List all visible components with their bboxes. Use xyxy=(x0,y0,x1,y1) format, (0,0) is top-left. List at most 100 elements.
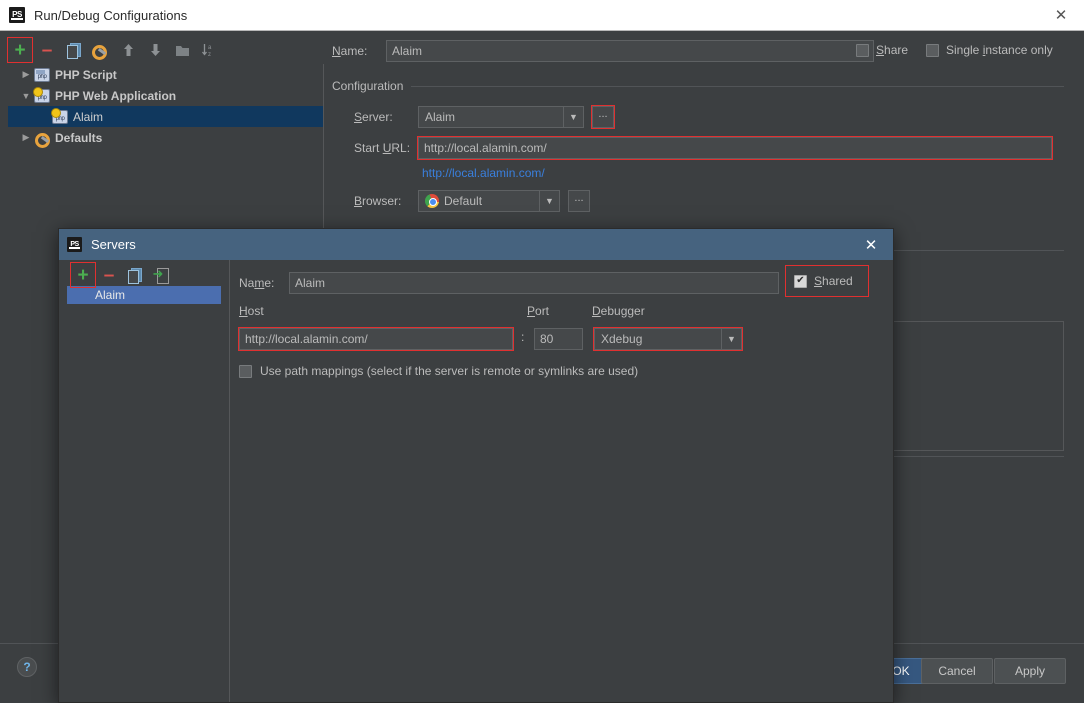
chevron-down-icon[interactable]: ▼ xyxy=(563,107,583,127)
wrench-icon xyxy=(34,131,50,148)
help-button[interactable]: ? xyxy=(17,657,37,677)
name-label: Name: xyxy=(332,44,368,58)
svg-text:a: a xyxy=(208,45,212,51)
share-checkbox[interactable] xyxy=(856,43,869,57)
tree-node-label: Defaults xyxy=(55,130,103,145)
remove-configuration-button[interactable]: – xyxy=(35,38,59,62)
tree-node-alaim[interactable]: Alaim xyxy=(8,106,323,127)
window-title: Run/Debug Configurations xyxy=(34,7,188,23)
remove-server-button[interactable]: – xyxy=(97,263,121,287)
cancel-button[interactable]: Cancel xyxy=(921,658,993,684)
shared-checkbox[interactable] xyxy=(794,274,807,288)
browser-row: Browser: Default ▼ ... xyxy=(354,190,590,212)
import-icon xyxy=(153,266,169,284)
minus-icon: – xyxy=(103,264,115,286)
host-input[interactable]: http://local.alamin.com/ xyxy=(238,327,514,351)
server-name-row: Name: Alaim xyxy=(239,272,779,294)
start-url-label: Start URL: xyxy=(354,141,411,155)
port-input[interactable]: 80 xyxy=(534,328,583,350)
servers-list-pane: + – Alaim xyxy=(59,260,230,702)
port-value: 80 xyxy=(540,332,554,346)
php-web-icon xyxy=(33,86,50,103)
servers-toolbar: + – xyxy=(59,260,229,288)
start-url-input[interactable]: http://local.alamin.com/ xyxy=(417,136,1053,160)
configuration-name-input[interactable]: Alaim xyxy=(386,40,874,62)
browser-combobox[interactable]: Default ▼ xyxy=(418,190,560,212)
edit-templates-button[interactable] xyxy=(89,38,113,62)
servers-dialog-body: + – Alaim xyxy=(59,260,893,702)
copy-configuration-button[interactable] xyxy=(62,38,86,62)
apply-button[interactable]: Apply xyxy=(994,658,1066,684)
servers-dialog-close-icon[interactable]: ✕ xyxy=(849,229,893,260)
add-configuration-button[interactable]: + xyxy=(7,37,33,63)
chevron-down-icon[interactable]: ▼ xyxy=(539,191,559,211)
server-browse-wrapper: ... xyxy=(591,105,615,129)
move-up-button[interactable] xyxy=(116,38,140,62)
server-list-item-alaim[interactable]: Alaim xyxy=(67,286,221,304)
browser-label: Browser: xyxy=(354,194,402,208)
browser-value: Default xyxy=(444,194,483,208)
path-mappings-row[interactable]: Use path mappings (select if the server … xyxy=(239,364,638,378)
pane-divider-bottom xyxy=(892,456,1064,457)
shared-label: Shared xyxy=(814,274,853,288)
port-label: Port xyxy=(527,304,550,318)
path-mappings-checkbox[interactable] xyxy=(239,364,252,378)
import-server-button[interactable] xyxy=(149,263,173,287)
single-instance-label: Single instance only xyxy=(946,43,1053,57)
svg-text:z: z xyxy=(208,52,211,57)
copy-icon xyxy=(67,42,81,59)
server-details-pane: Name: Alaim Shared Host Port Debugger ht… xyxy=(231,260,893,702)
server-name-input[interactable]: Alaim xyxy=(289,272,779,294)
window-close-icon[interactable]: ✕ xyxy=(1038,0,1084,30)
server-combobox[interactable]: Alaim ▼ xyxy=(418,106,584,128)
host-value: http://local.alamin.com/ xyxy=(245,332,368,346)
copy-server-button[interactable] xyxy=(123,263,147,287)
plus-icon: + xyxy=(77,264,89,286)
server-value: Alaim xyxy=(425,110,456,124)
start-url-link[interactable]: http://local.alamin.com/ xyxy=(422,166,545,180)
move-down-button[interactable] xyxy=(143,38,167,62)
arrow-down-icon xyxy=(150,44,160,56)
chevron-down-icon[interactable]: ▼ xyxy=(721,329,741,349)
pane-divider-top xyxy=(892,250,1064,251)
configuration-name-value: Alaim xyxy=(392,44,423,58)
tree-node-php-script[interactable]: ▶ PHP Script xyxy=(8,64,323,85)
php-script-icon xyxy=(34,67,50,82)
server-browse-button[interactable]: ... xyxy=(592,106,614,128)
window-titlebar: PS Run/Debug Configurations ✕ xyxy=(0,0,1084,31)
single-instance-checkbox-row[interactable]: Single instance only xyxy=(926,43,1053,57)
chrome-icon xyxy=(425,194,439,208)
chevron-right-icon[interactable]: ▶ xyxy=(18,69,34,80)
php-web-icon xyxy=(51,107,68,124)
minus-icon: – xyxy=(41,39,53,61)
path-mappings-label: Use path mappings (select if the server … xyxy=(260,364,639,378)
arrow-up-icon xyxy=(123,44,133,56)
configuration-group-header: Configuration xyxy=(332,79,1064,93)
app-root: ' b PS Run/Debug Configurations ✕ + – xyxy=(0,0,1084,703)
configurations-toolbar: + – a z xyxy=(7,37,221,63)
server-name-value: Alaim xyxy=(295,276,326,290)
server-row: Server: Alaim ▼ ... xyxy=(354,105,615,129)
plus-icon: + xyxy=(14,39,26,61)
host-label: Host xyxy=(239,304,264,318)
sort-configurations-button[interactable]: a z xyxy=(197,38,221,62)
add-server-button[interactable]: + xyxy=(70,262,96,288)
tree-node-label: Alaim xyxy=(73,109,104,124)
tree-node-php-web-application[interactable]: ▼ PHP Web Application xyxy=(8,85,323,106)
tree-node-defaults[interactable]: ▶ Defaults xyxy=(8,127,323,148)
browser-browse-button[interactable]: ... xyxy=(568,190,590,212)
chevron-down-icon[interactable]: ▼ xyxy=(18,91,34,101)
chevron-right-icon[interactable]: ▶ xyxy=(18,132,34,143)
create-folder-button[interactable] xyxy=(170,38,194,62)
footer-divider-right xyxy=(894,643,1084,644)
tree-node-label: PHP Script xyxy=(55,67,117,82)
single-instance-checkbox[interactable] xyxy=(926,43,939,57)
share-checkbox-row[interactable]: Share xyxy=(856,43,908,57)
server-name-label: Name: xyxy=(239,276,275,290)
debugger-value: Xdebug xyxy=(601,332,643,346)
servers-dialog: PS Servers ✕ + – ➜ Alaim Name: Alaim ✔ S… xyxy=(58,228,894,703)
shared-checkbox-row[interactable]: Shared xyxy=(785,265,869,297)
debugger-combobox[interactable]: Xdebug ▼ xyxy=(593,327,743,351)
footer-divider-left xyxy=(0,643,58,644)
share-label: Share xyxy=(876,43,909,57)
